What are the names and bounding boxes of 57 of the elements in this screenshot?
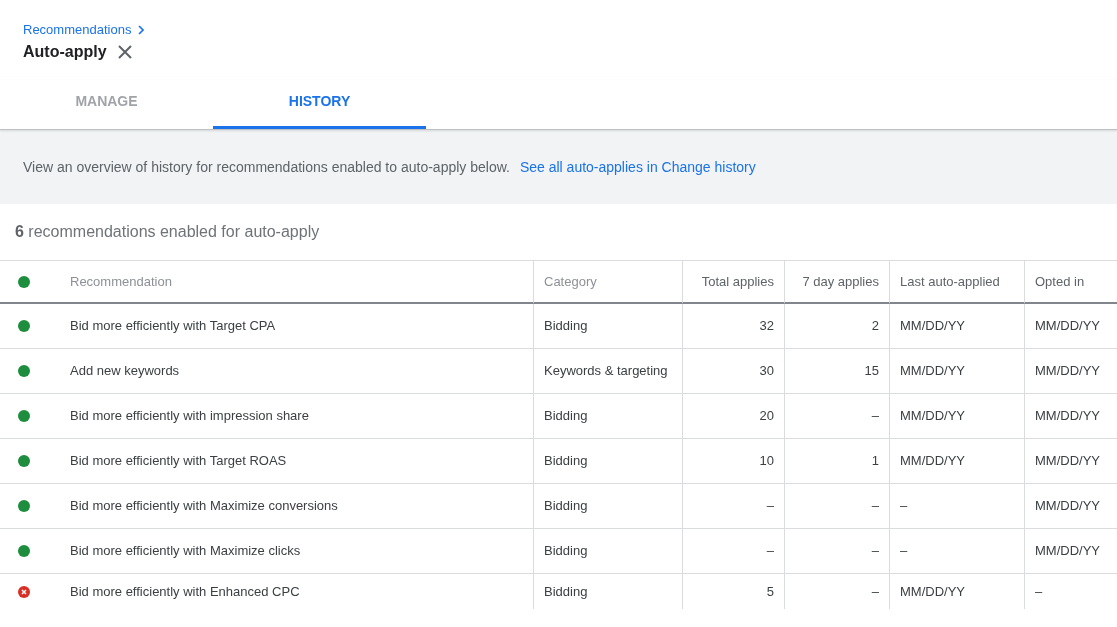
table-cell: 20 <box>683 394 785 439</box>
table-cell: Bidding <box>534 574 683 609</box>
table-cell: MM/DD/YY <box>890 349 1025 394</box>
chevron-right-icon <box>138 25 145 35</box>
table-cell: Bidding <box>534 304 683 349</box>
tab[interactable]: MANAGE <box>0 80 213 129</box>
table-cell: – <box>683 484 785 529</box>
column-header[interactable]: Total applies <box>683 261 785 304</box>
table-cell: MM/DD/YY <box>1025 394 1117 439</box>
table-cell: MM/DD/YY <box>890 574 1025 609</box>
table-cell: – <box>785 574 890 609</box>
table-cell: MM/DD/YY <box>1025 349 1117 394</box>
table-cell: 2 <box>785 304 890 349</box>
table-cell: Keywords & targeting <box>534 349 683 394</box>
table-cell: MM/DD/YY <box>1025 484 1117 529</box>
table-cell: Bid more efficiently with Target CPA <box>58 304 534 349</box>
table-cell: 32 <box>683 304 785 349</box>
column-header[interactable]: Recommendation <box>58 261 534 304</box>
table-cell: Bidding <box>534 529 683 574</box>
table-cell: 30 <box>683 349 785 394</box>
table-cell: Bidding <box>534 439 683 484</box>
table-cell: MM/DD/YY <box>1025 529 1117 574</box>
table-cell: 15 <box>785 349 890 394</box>
summary-text: 6 recommendations enabled for auto-apply <box>15 222 320 242</box>
table-cell: MM/DD/YY <box>1025 439 1117 484</box>
column-header[interactable]: Last auto-applied <box>890 261 1025 304</box>
table-cell: – <box>785 484 890 529</box>
table-cell: Bid more efficiently with Maximize clicks <box>58 529 534 574</box>
banner-text: View an overview of history for recommendations enabled to auto-apply below. <box>23 158 510 176</box>
table-cell: – <box>890 484 1025 529</box>
table-cell: Bid more efficiently with Maximize conversions <box>58 484 534 529</box>
column-header[interactable]: 7 day applies <box>785 261 890 304</box>
table-cell: Add new keywords <box>58 349 534 394</box>
breadcrumb-link[interactable]: Recommendations <box>23 22 132 38</box>
table-cell: 5 <box>683 574 785 609</box>
page-title: Auto-apply <box>23 42 107 62</box>
close-icon <box>117 45 132 59</box>
change-history-link[interactable]: See all auto-applies in Change history <box>519 158 756 176</box>
table-cell: Bid more efficiently with impression share <box>58 394 534 439</box>
column-header[interactable]: Opted in <box>1025 261 1117 304</box>
table-cell: 1 <box>785 439 890 484</box>
table-cell: Bid more efficiently with Target ROAS <box>58 439 534 484</box>
table-cell: Bid more efficiently with Enhanced CPC <box>58 574 534 609</box>
table-cell: Bidding <box>534 484 683 529</box>
table-cell: – <box>683 529 785 574</box>
table-cell-text: – <box>1034 582 1044 601</box>
table-cell: MM/DD/YY <box>1025 304 1117 349</box>
table-cell: 10 <box>683 439 785 484</box>
status-dot-icon <box>18 275 30 288</box>
table-cell: Bidding <box>534 394 683 439</box>
table-cell: MM/DD/YY <box>890 439 1025 484</box>
table-cell: MM/DD/YY <box>890 394 1025 439</box>
table-cell: – <box>785 394 890 439</box>
table-cell: MM/DD/YY <box>890 304 1025 349</box>
column-header[interactable]: Category <box>534 261 683 304</box>
table-cell: – <box>785 529 890 574</box>
table-cell: – <box>890 529 1025 574</box>
